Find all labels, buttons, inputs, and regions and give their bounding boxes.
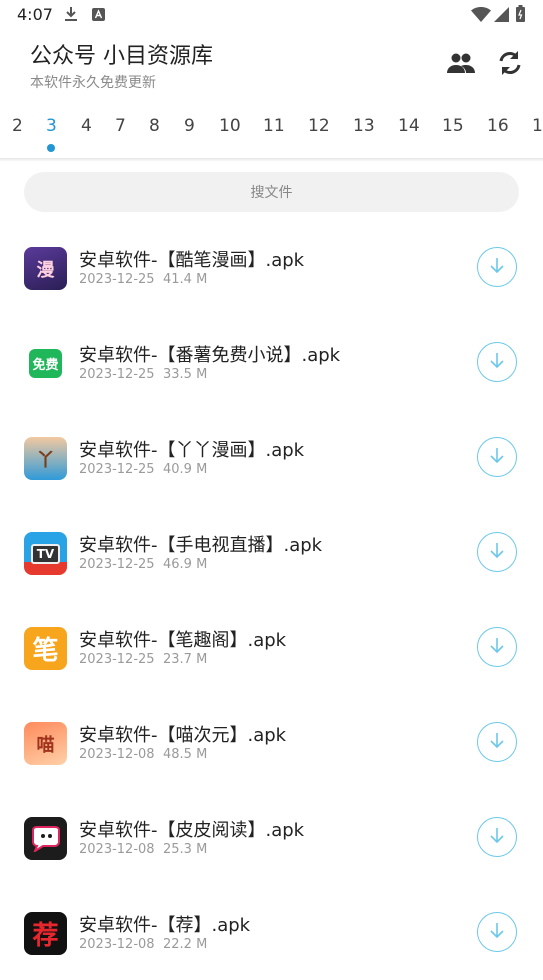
file-size: 46.9 M [163,557,208,572]
download-button[interactable] [477,437,517,477]
category-tabs: 2 3 4 7 8 9 10 11 12 13 14 15 16 17 [0,108,543,158]
signal-icon [494,7,509,26]
miao-ciyuan-icon: 喵 [24,722,67,765]
download-button[interactable] [477,817,517,857]
tab-16[interactable]: 16 [487,116,509,136]
file-name: 安卓软件-【酷笔漫画】.apk [79,250,305,271]
download-button[interactable] [477,722,517,762]
file-name: 安卓软件-【番薯免费小说】.apk [79,345,341,366]
tab-13[interactable]: 13 [353,116,375,136]
app-icon-label: 丫 [36,449,55,471]
download-button[interactable] [477,247,517,287]
file-date: 2023-12-08 [79,842,155,857]
file-size: 41.4 M [163,272,208,287]
active-tab-indicator [47,144,55,152]
file-date: 2023-12-25 [79,557,155,572]
download-arrow-icon [488,636,506,658]
list-item[interactable]: 免费 安卓软件-【番薯免费小说】.apk 2023-12-25 33.5 M [0,315,543,410]
list-item[interactable]: 漫 安卓软件-【酷笔漫画】.apk 2023-12-25 41.4 M [0,220,543,315]
tab-7[interactable]: 7 [115,116,126,136]
file-name: 安卓软件-【喵次元】.apk [79,725,287,746]
app-title: 公众号 小目资源库 [30,44,213,69]
list-item[interactable]: 安卓软件-【皮皮阅读】.apk 2023-12-08 25.3 M [0,790,543,885]
app-icon-label: 荐 [32,921,59,951]
file-size: 33.5 M [163,367,208,382]
jian-icon: 荐 [24,912,67,955]
group-icon [447,53,475,77]
download-arrow-icon [488,731,506,753]
file-size: 22.2 M [163,937,208,952]
tab-4[interactable]: 4 [81,116,92,136]
file-date: 2023-12-08 [79,747,155,762]
list-item[interactable]: 笔 安卓软件-【笔趣阁】.apk 2023-12-25 23.7 M [0,600,543,695]
tab-17[interactable]: 17 [532,116,543,136]
download-arrow-icon [488,256,506,278]
file-date: 2023-12-25 [79,367,155,382]
biquge-icon: 笔 [24,627,67,670]
file-size: 25.3 M [163,842,208,857]
file-name: 安卓软件-【皮皮阅读】.apk [79,820,305,841]
file-name: 安卓软件-【荐】.apk [79,915,251,936]
download-icon [64,6,78,26]
download-button[interactable] [477,342,517,382]
status-time: 4:07 [17,5,53,24]
tab-14[interactable]: 14 [398,116,420,136]
app-icon-label: 笔 [32,636,59,666]
list-item[interactable]: 喵 安卓软件-【喵次元】.apk 2023-12-08 48.5 M [0,695,543,790]
file-size: 40.9 M [163,462,208,477]
tab-15[interactable]: 15 [442,116,464,136]
tab-8[interactable]: 8 [149,116,160,136]
tab-11[interactable]: 11 [263,116,285,136]
app-icon-label: 免费 [29,349,62,378]
wifi-icon [471,7,491,26]
pipi-yuedu-icon [24,817,67,860]
file-date: 2023-12-25 [79,462,155,477]
app-icon-label: 漫 [36,259,55,281]
kubi-manhua-icon: 漫 [24,247,67,290]
download-arrow-icon [488,351,506,373]
file-name: 安卓软件-【丫丫漫画】.apk [79,440,305,461]
file-date: 2023-12-08 [79,937,155,952]
file-date: 2023-12-25 [79,652,155,667]
download-arrow-icon [488,541,506,563]
download-arrow-icon [488,826,506,848]
tab-3[interactable]: 3 [46,116,57,136]
file-size: 23.7 M [163,652,208,667]
download-button[interactable] [477,627,517,667]
file-name: 安卓软件-【手电视直播】.apk [79,535,323,556]
battery-icon [516,5,525,26]
list-item[interactable]: 荐 安卓软件-【荐】.apk 2023-12-08 22.2 M [0,885,543,980]
yaya-manhua-icon: 丫 [24,437,67,480]
status-bar: 4:07 [0,0,543,30]
app-icon-label: TV [30,543,61,564]
tv-live-icon: TV [24,532,67,575]
download-arrow-icon [488,446,506,468]
app-notification-icon [92,6,105,25]
download-button[interactable] [477,912,517,952]
search-input[interactable]: 搜文件 [24,172,519,212]
download-button[interactable] [477,532,517,572]
file-size: 48.5 M [163,747,208,762]
file-date: 2023-12-25 [79,272,155,287]
app-subtitle: 本软件永久免费更新 [30,75,156,91]
download-arrow-icon [488,921,506,943]
tab-12[interactable]: 12 [308,116,330,136]
tab-9[interactable]: 9 [184,116,195,136]
tab-10[interactable]: 10 [219,116,241,136]
tabs-divider [0,158,543,162]
list-item[interactable]: TV 安卓软件-【手电视直播】.apk 2023-12-25 46.9 M [0,505,543,600]
group-button[interactable] [444,48,478,82]
fanshu-xiaoshuo-icon: 免费 [24,342,67,385]
refresh-button[interactable] [493,48,527,82]
tab-2[interactable]: 2 [12,116,23,136]
app-header: 公众号 小目资源库 本软件永久免费更新 [0,30,543,105]
app-icon-label: 喵 [36,734,55,756]
refresh-icon [497,50,523,80]
list-item[interactable]: 丫 安卓软件-【丫丫漫画】.apk 2023-12-25 40.9 M [0,410,543,505]
file-name: 安卓软件-【笔趣阁】.apk [79,630,287,651]
